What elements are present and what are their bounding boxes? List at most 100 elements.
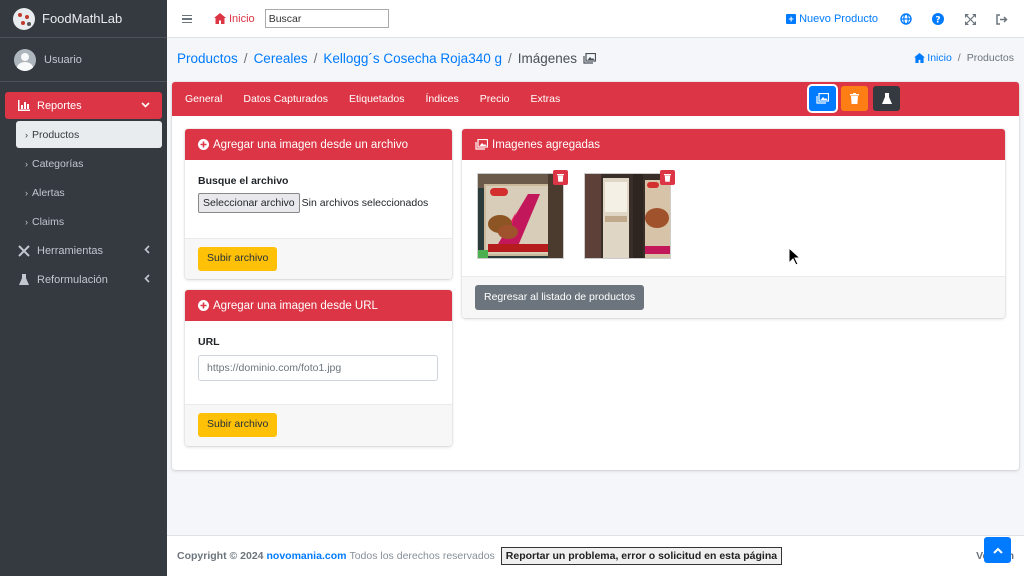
help-icon[interactable]: ? (932, 13, 944, 25)
globe-icon[interactable] (900, 13, 912, 25)
breadcrumb-productos[interactable]: Productos (177, 51, 238, 66)
plus-square-icon: + (786, 14, 797, 24)
breadcrumb-home-label: Inicio (927, 52, 952, 64)
breadcrumb-current: Imágenes (517, 51, 578, 66)
sidebar-subitem-label: Categorías (32, 157, 84, 170)
upload-url-submit-button[interactable]: Subir archivo (198, 413, 278, 437)
upload-file-footer: Subir archivo (185, 238, 452, 279)
delete-image-1-button[interactable] (553, 170, 568, 185)
scroll-to-top-button[interactable] (984, 537, 1011, 563)
chevron-right-icon: › (25, 129, 28, 140)
product-tabs: General Datos Capturados Etiquetados Índ… (172, 82, 1019, 116)
copyright-text: Copyright © 2024 (177, 550, 264, 562)
sidebar-subitem-label: Productos (32, 128, 80, 141)
tab-extras[interactable]: Extras (531, 93, 561, 105)
fullscreen-icon[interactable] (964, 13, 976, 25)
breadcrumb-home-link[interactable]: Inicio (914, 52, 952, 64)
user-name: Usuario (44, 53, 82, 66)
choose-file-button[interactable]: Seleccionar archivo (198, 193, 300, 213)
product-image-1[interactable] (477, 173, 564, 259)
delete-product-button[interactable] (841, 86, 868, 111)
breadcrumb-cereales[interactable]: Cereales (254, 51, 308, 66)
tools-icon (17, 244, 31, 257)
breadcrumb-separator: / (243, 51, 248, 66)
chevron-down-icon (141, 100, 150, 111)
home-icon (214, 13, 226, 24)
sidebar: FoodMathLab Usuario Reportes › Productos… (0, 0, 167, 576)
trash-icon (850, 93, 859, 104)
trash-icon (664, 174, 671, 182)
no-file-text: Sin archivos seleccionados (301, 197, 429, 209)
top-home-link[interactable]: Inicio (214, 13, 255, 25)
top-right-actions: + Nuevo Producto ? (786, 0, 1024, 38)
product-image-2[interactable] (584, 173, 671, 259)
sidebar-item-reportes[interactable]: Reportes (5, 92, 162, 119)
plus-circle-icon (198, 139, 209, 150)
mouse-cursor-icon (788, 247, 801, 266)
upload-file-submit-button[interactable]: Subir archivo (198, 247, 278, 271)
plus-circle-icon (198, 300, 209, 311)
upload-url-header: Agregar una imagen desde URL (185, 290, 452, 321)
chevron-up-icon (992, 547, 1003, 554)
brand-name: FoodMathLab (42, 11, 123, 26)
images-footer: Regresar al listado de productos (462, 276, 1005, 318)
upload-file-header: Agregar una imagen desde un archivo (185, 129, 452, 160)
tab-datos-capturados[interactable]: Datos Capturados (243, 93, 328, 105)
upload-file-title: Agregar una imagen desde un archivo (213, 138, 408, 151)
top-navbar: Inicio + Nuevo Producto ? (167, 0, 1024, 38)
images-card: Imagenes agregadas Regresar al listado d… (462, 129, 1005, 318)
company-link[interactable]: novomania.com (267, 550, 347, 562)
sidebar-subitem-label: Claims (32, 215, 65, 228)
chevron-left-icon (144, 244, 150, 257)
sidebar-subitem-alertas[interactable]: › Alertas (16, 179, 162, 206)
menu-toggle-icon[interactable] (182, 14, 192, 23)
flask-icon (17, 273, 31, 286)
delete-image-2-button[interactable] (660, 170, 675, 185)
back-to-products-button[interactable]: Regresar al listado de productos (475, 285, 645, 310)
chevron-right-icon: › (25, 216, 28, 227)
chevron-right-icon: › (25, 158, 28, 169)
sidebar-subitem-claims[interactable]: › Claims (16, 208, 162, 235)
tab-actions (804, 86, 900, 111)
brand-logo-icon (13, 7, 35, 30)
logout-icon[interactable] (996, 13, 1008, 25)
report-problem-button[interactable]: Reportar un problema, error o solicitud … (500, 547, 783, 565)
images-title: Imagenes agregadas (492, 138, 601, 151)
new-product-label: Nuevo Producto (799, 13, 878, 25)
breadcrumb: Productos / Cereales / Kellogg´s Cosecha… (177, 51, 597, 66)
images-icon (816, 93, 829, 104)
images-icon (583, 53, 597, 64)
tab-indices[interactable]: Índices (425, 93, 458, 105)
url-input[interactable] (198, 355, 438, 381)
sidebar-subitem-productos[interactable]: › Productos (16, 121, 162, 148)
chevron-left-icon (144, 273, 150, 286)
images-button[interactable] (809, 86, 836, 111)
search-input[interactable] (264, 9, 389, 28)
lab-button[interactable] (873, 86, 900, 111)
breadcrumb-separator: / (313, 51, 318, 66)
sidebar-nav: Reportes › Productos › Categorías › Aler… (0, 82, 167, 293)
flask-icon (881, 92, 892, 104)
chart-icon (17, 100, 31, 111)
content-header: Productos / Cereales / Kellogg´s Cosecha… (167, 38, 1024, 82)
sidebar-item-label: Herramientas (37, 244, 104, 257)
upload-url-card: Agregar una imagen desde URL URL Subir a… (185, 290, 452, 446)
upload-file-card: Agregar una imagen desde un archivo Busq… (185, 129, 452, 279)
new-product-link[interactable]: + Nuevo Producto (786, 13, 878, 25)
sidebar-subitem-categorias[interactable]: › Categorías (16, 150, 162, 177)
upload-url-title: Agregar una imagen desde URL (213, 299, 378, 312)
page-footer: Copyright © 2024 novomania.com Todos los… (167, 535, 1024, 576)
tab-general[interactable]: General (185, 93, 222, 105)
sidebar-item-label: Reportes (37, 99, 82, 112)
rights-text: Todos los derechos reservados (349, 550, 495, 562)
svg-text:?: ? (935, 16, 940, 26)
breadcrumb-right: Inicio / Productos (914, 52, 1014, 64)
tab-etiquetados[interactable]: Etiquetados (349, 93, 404, 105)
sidebar-item-herramientas[interactable]: Herramientas (5, 237, 162, 264)
images-header: Imagenes agregadas (462, 129, 1005, 160)
user-panel[interactable]: Usuario (0, 38, 167, 82)
sidebar-item-reformulacion[interactable]: Reformulación (5, 266, 162, 293)
brand[interactable]: FoodMathLab (0, 0, 167, 38)
breadcrumb-product[interactable]: Kellogg´s Cosecha Roja340 g (323, 51, 502, 66)
tab-precio[interactable]: Precio (480, 93, 510, 105)
